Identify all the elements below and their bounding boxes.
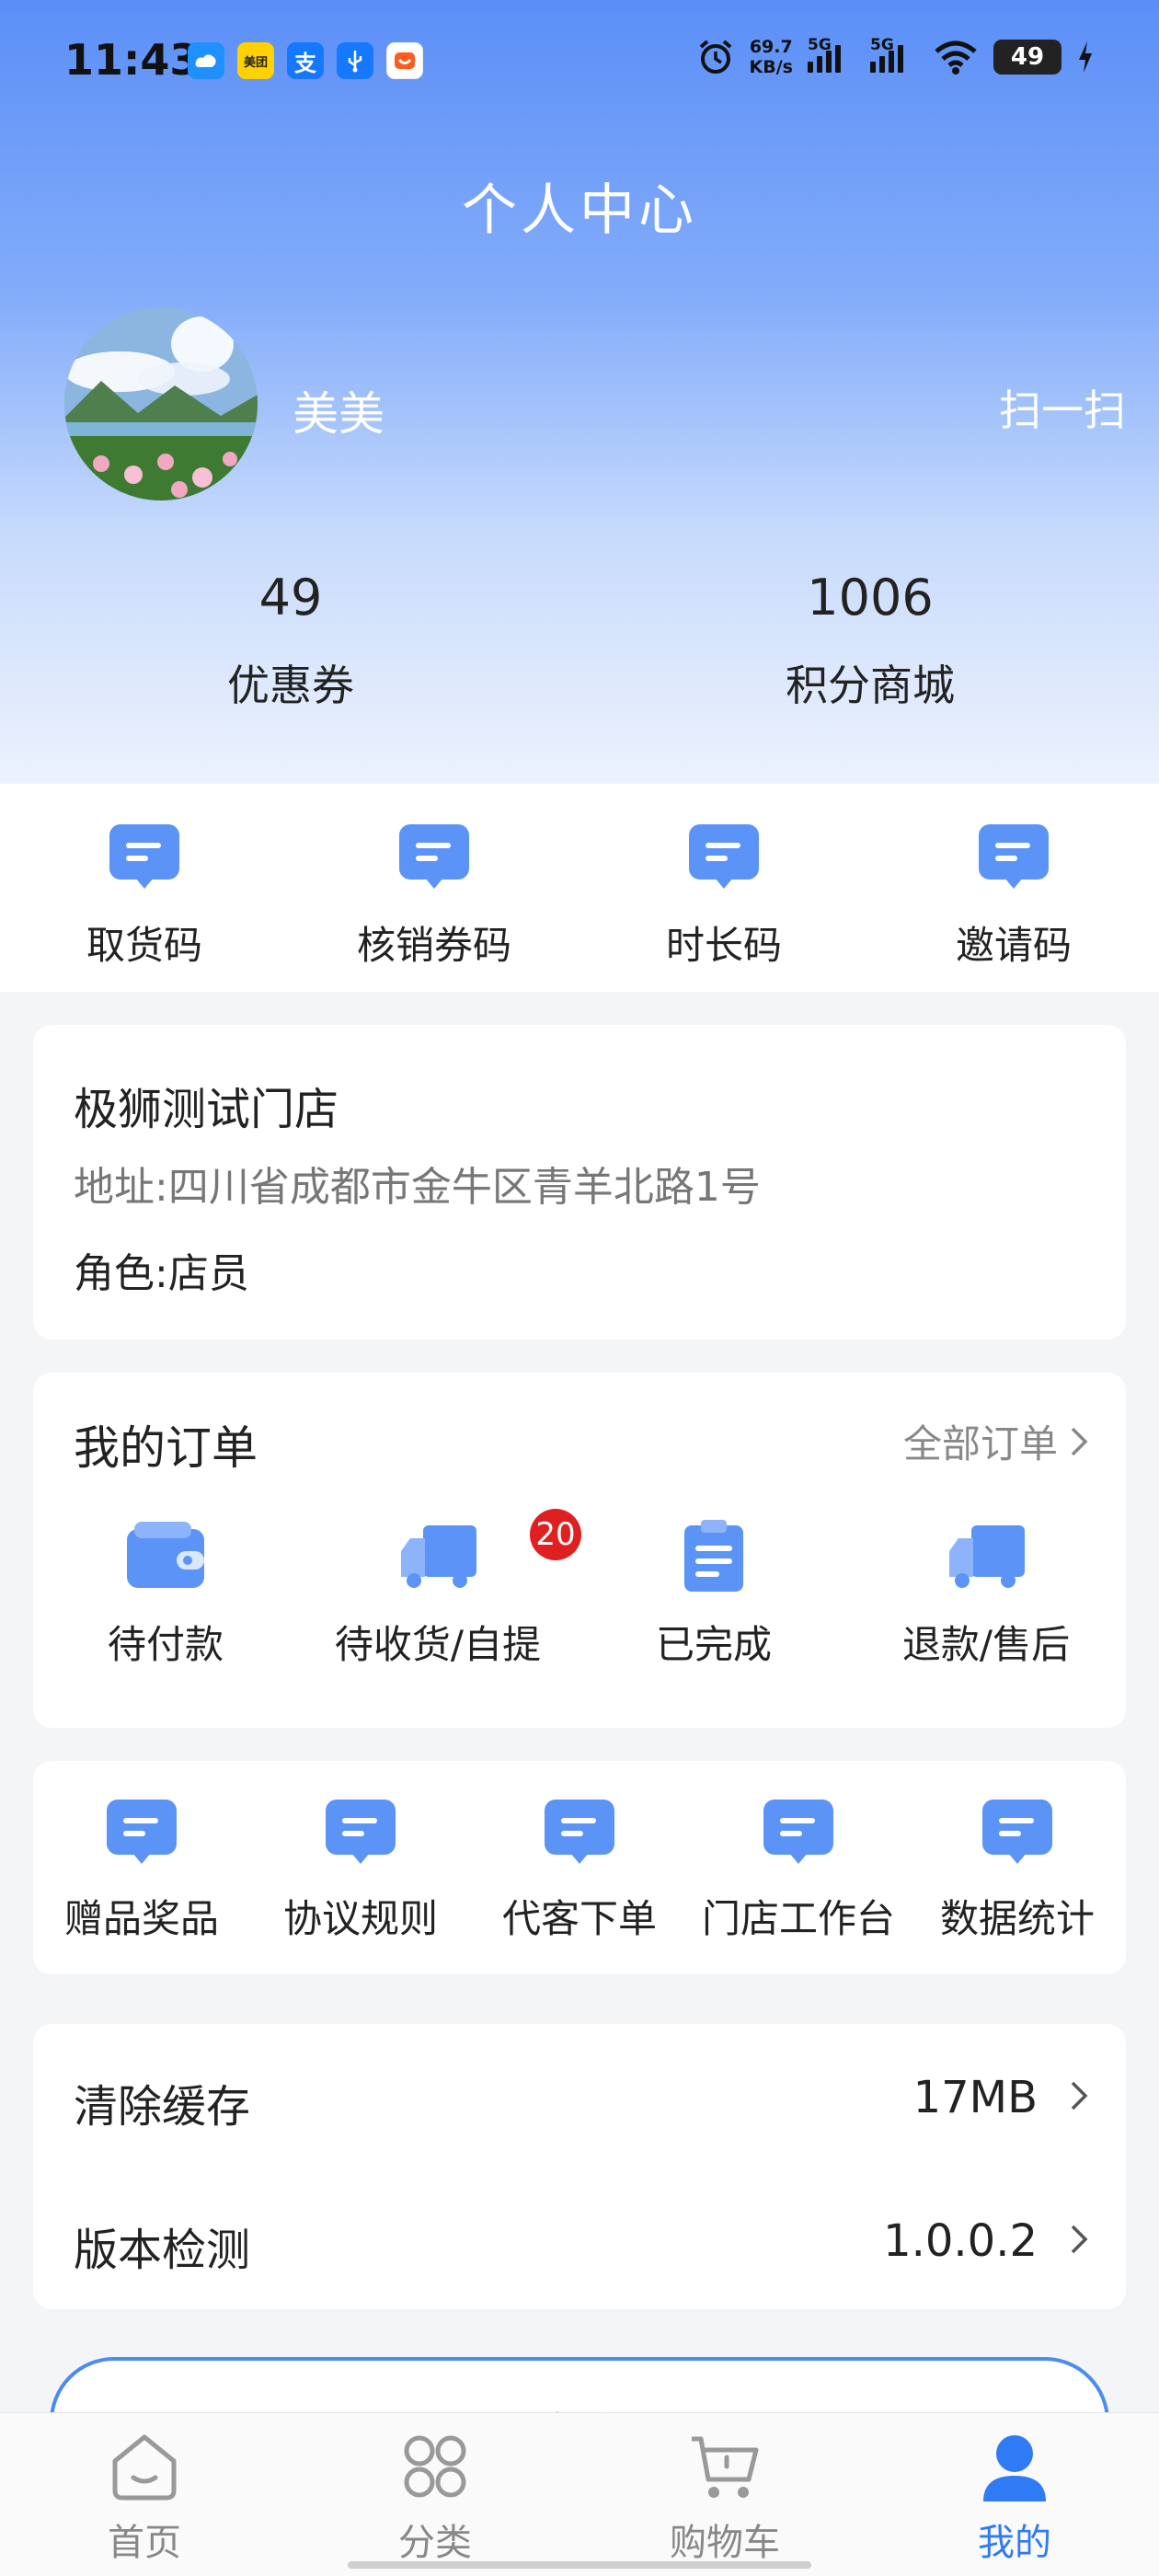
version-check-row[interactable]: 版本检测 1.0.0.2: [33, 2168, 1126, 2311]
tab-category[interactable]: 分类: [343, 2430, 527, 2566]
store-card: 极狮测试门店 地址:四川省成都市金牛区青羊北路1号 角色:店员: [33, 1025, 1126, 1340]
pickup-code-button[interactable]: 取货码: [34, 822, 255, 971]
orders-title: 我的订单: [74, 1421, 258, 1475]
clear-cache-row[interactable]: 清除缓存 17MB: [33, 2024, 1126, 2168]
chat-icon: [979, 824, 1049, 889]
chat-icon: [109, 824, 179, 889]
refund-aftersale-button[interactable]: 退款/售后: [857, 1520, 1115, 1670]
meituan-app-icon: 美团: [237, 42, 274, 79]
chat-icon: [763, 1800, 833, 1864]
user-icon: [983, 2435, 1046, 2501]
store-address: 地址:四川省成都市金牛区青羊北路1号: [74, 1164, 761, 1211]
pending-payment-button[interactable]: 待付款: [37, 1520, 294, 1670]
clipboard-icon: [684, 1520, 743, 1592]
chat-icon: [982, 1800, 1052, 1864]
status-time: 11:43: [64, 35, 200, 85]
alarm-icon: [699, 40, 731, 74]
net-speed: 69.7 KB/s: [749, 37, 793, 77]
battery-icon: 49: [993, 40, 1061, 75]
gift-prize-button[interactable]: 赠品奖品: [33, 1798, 250, 1944]
chat-icon: [326, 1800, 396, 1864]
cloud-app-icon: [188, 42, 224, 79]
all-orders-link[interactable]: 全部订单: [903, 1413, 1089, 1469]
alipay-app-icon: 支: [287, 42, 324, 79]
points-stat[interactable]: 1006 积分商城: [686, 569, 1054, 713]
chat-icon: [107, 1800, 177, 1864]
pending-receipt-button[interactable]: 待收货/自提: [309, 1520, 567, 1670]
tab-mine[interactable]: 我的: [923, 2430, 1107, 2566]
store-name: 极狮测试门店: [74, 1084, 339, 1135]
points-label: 积分商城: [786, 661, 955, 710]
points-count: 1006: [807, 569, 934, 627]
chevron-right-icon: [1071, 1427, 1088, 1455]
page-title: 个人中心: [462, 178, 697, 243]
coupon-count: 49: [258, 569, 323, 627]
truck-icon: [401, 1525, 476, 1588]
orders-card: 我的订单 全部订单 待付款 待收货/自提 20 已完成 退款/售后: [33, 1373, 1126, 1728]
coupon-stat[interactable]: 49 优惠券: [107, 569, 475, 713]
coupon-label: 优惠券: [227, 661, 354, 710]
cache-size: 17MB: [912, 2072, 1038, 2123]
status-bar: 11:43 美团 支 69.7 KB/s 5G 5G 49: [0, 0, 1159, 120]
completed-button[interactable]: 已完成: [585, 1520, 843, 1670]
wifi-icon: [935, 40, 977, 75]
pending-receipt-badge: 20: [530, 1509, 581, 1560]
chat-icon: [545, 1800, 614, 1864]
signal-icon: 5G: [808, 36, 855, 73]
avatar[interactable]: [64, 307, 258, 500]
chevron-right-icon: [1071, 2081, 1088, 2110]
username: 美美: [293, 387, 384, 441]
signal-icon-2: 5G: [870, 36, 918, 73]
home-indicator: [348, 2561, 811, 2569]
store-workbench-button[interactable]: 门店工作台: [690, 1798, 907, 1944]
cart-icon: [692, 2436, 759, 2498]
invite-code-button[interactable]: 邀请码: [903, 822, 1124, 971]
delivery-app-icon: [386, 42, 423, 79]
tools-card: 赠品奖品 协议规则 代客下单 门店工作台 数据统计: [33, 1761, 1126, 1974]
bottom-tab-bar: 首页 分类 购物车 我的: [0, 2412, 1159, 2576]
chat-icon: [689, 824, 759, 889]
settings-card: 清除缓存 17MB 版本检测 1.0.0.2: [33, 2024, 1126, 2309]
wallet-icon: [127, 1522, 204, 1588]
notification-icons: 美团 支: [188, 42, 423, 79]
status-right: 69.7 KB/s 5G 5G 49: [696, 36, 1095, 77]
home-icon: [112, 2434, 177, 2501]
chevron-right-icon: [1071, 2225, 1088, 2254]
scan-button[interactable]: 扫一扫: [999, 377, 1126, 438]
data-statistics-button[interactable]: 数据统计: [909, 1798, 1126, 1944]
category-icon: [404, 2435, 466, 2498]
agreement-rules-button[interactable]: 协议规则: [252, 1798, 469, 1944]
tab-cart[interactable]: 购物车: [633, 2430, 817, 2566]
quick-codes-bar: 取货码 核销券码 时长码 邀请码: [0, 784, 1159, 992]
order-for-customer-button[interactable]: 代客下单: [471, 1798, 688, 1944]
store-role: 角色:店员: [74, 1250, 249, 1297]
charging-icon: [1079, 41, 1092, 73]
usb-icon: [337, 42, 373, 79]
version-number: 1.0.0.2: [883, 2215, 1038, 2267]
chat-icon: [399, 824, 469, 889]
truck-icon: [949, 1525, 1025, 1588]
tab-home[interactable]: 首页: [52, 2430, 236, 2566]
verify-coupon-code-button[interactable]: 核销券码: [324, 822, 545, 971]
duration-code-button[interactable]: 时长码: [614, 822, 834, 971]
